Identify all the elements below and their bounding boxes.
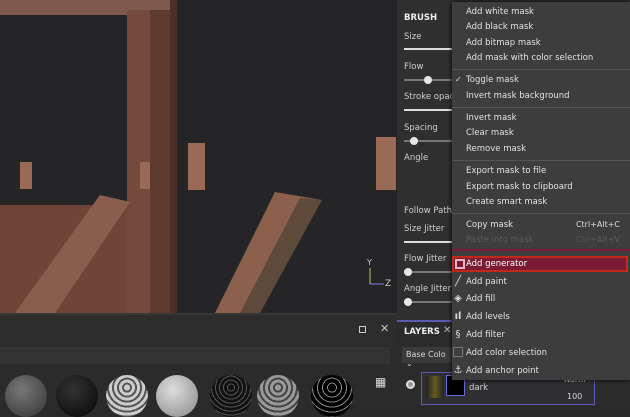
menu-add-levels[interactable]: Add levels <box>466 312 510 322</box>
material-thumbnail[interactable] <box>311 375 353 417</box>
generator-icon <box>455 259 465 269</box>
opacity-dropdown[interactable]: 100 <box>567 392 582 401</box>
menu-add-fill[interactable]: Add fill <box>466 294 495 304</box>
material-thumbnail[interactable] <box>210 375 252 417</box>
menu-separator <box>452 69 630 70</box>
layer-name: dark <box>469 383 489 393</box>
menu-add-white-mask[interactable]: Add white mask <box>466 7 534 17</box>
size-label: Size <box>404 32 422 42</box>
menu-invert-mask[interactable]: Invert mask <box>466 113 517 123</box>
flow-jitter-label: Flow Jitter <box>404 254 447 264</box>
menu-separator <box>452 213 630 214</box>
menu-separator <box>452 107 630 108</box>
shelf-panel: ✕ ▦ <box>0 313 397 417</box>
close-icon[interactable]: ✕ <box>380 322 389 335</box>
anchor-icon: ⚓ <box>453 365 463 376</box>
menu-create-smart-mask[interactable]: Create smart mask <box>466 197 547 207</box>
material-thumbnail[interactable] <box>106 375 148 417</box>
menu-add-generator[interactable]: Add generator <box>452 256 628 272</box>
menu-clear-mask[interactable]: Clear mask <box>466 128 514 138</box>
spacing-slider[interactable] <box>404 137 452 145</box>
mask-context-menu: Add white mask Add black mask Add bitmap… <box>452 2 630 380</box>
fill-bucket-icon: ◈ <box>454 293 462 304</box>
menu-add-mask-color-selection[interactable]: Add mask with color selection <box>466 53 593 63</box>
size-jitter-label: Size Jitter <box>404 224 445 234</box>
close-icon[interactable]: ✕ <box>443 325 451 336</box>
material-thumbnail[interactable] <box>257 375 299 417</box>
menu-copy-mask[interactable]: Copy mask <box>466 220 513 230</box>
stroke-opacity-slider[interactable] <box>404 109 452 111</box>
menu-add-bitmap-mask[interactable]: Add bitmap mask <box>466 38 541 48</box>
angle-jitter-slider[interactable] <box>404 298 452 306</box>
grid-view-icon[interactable]: ▦ <box>375 375 386 389</box>
visibility-icon[interactable] <box>406 380 415 389</box>
material-thumbnail[interactable] <box>56 375 98 417</box>
layer-thumbnail <box>426 376 444 398</box>
paste-mask-shortcut: Ctrl+Alt+V <box>576 235 620 244</box>
angle-jitter-label: Angle Jitter <box>404 284 452 294</box>
size-jitter-slider[interactable] <box>404 241 452 243</box>
copy-mask-shortcut: Ctrl+Alt+C <box>575 220 620 229</box>
flow-jitter-slider[interactable] <box>404 268 452 276</box>
menu-add-anchor-point[interactable]: Add anchor point <box>466 366 539 376</box>
menu-add-black-mask[interactable]: Add black mask <box>466 22 533 32</box>
material-thumbnail[interactable] <box>5 375 47 417</box>
menu-toggle-mask[interactable]: Toggle mask <box>466 75 519 85</box>
menu-remove-mask[interactable]: Remove mask <box>466 144 526 154</box>
layers-title[interactable]: LAYERS <box>404 327 440 337</box>
flow-slider[interactable] <box>404 76 452 84</box>
color-selection-icon <box>453 347 463 357</box>
brush-title: BRUSH <box>404 13 438 23</box>
menu-invert-mask-background[interactable]: Invert mask background <box>466 91 570 101</box>
shelf-search-input[interactable] <box>0 347 390 364</box>
menu-export-mask-clipboard[interactable]: Export mask to clipboard <box>466 182 573 192</box>
channel-value: Base Colo <box>406 350 446 359</box>
menu-separator <box>452 249 630 251</box>
menu-add-paint[interactable]: Add paint <box>466 277 507 287</box>
menu-add-color-selection[interactable]: Add color selection <box>466 348 547 358</box>
menu-paste-into-mask: Paste into mask <box>466 235 534 245</box>
axis-y-label: Y <box>367 258 372 267</box>
menu-export-mask-file[interactable]: Export mask to file <box>466 166 546 176</box>
check-icon: ✓ <box>455 75 462 84</box>
menu-add-filter[interactable]: Add filter <box>466 330 505 340</box>
menu-separator <box>452 160 630 161</box>
axis-z-label: Z <box>385 279 392 289</box>
angle-label: Angle <box>404 153 429 163</box>
channel-dropdown[interactable]: Base Colo ⌄ <box>402 347 454 368</box>
menu-label: Add generator <box>466 259 528 269</box>
material-thumbnail[interactable] <box>156 375 198 417</box>
brush-icon: ╱ <box>454 276 462 287</box>
follow-path-label: Follow Path <box>404 206 453 216</box>
size-slider[interactable] <box>404 48 452 50</box>
undock-icon[interactable] <box>359 326 366 333</box>
spacing-label: Spacing <box>404 123 438 133</box>
flow-label: Flow <box>404 62 424 72</box>
filter-icon: § <box>455 329 461 340</box>
scene-render <box>0 0 396 313</box>
levels-icon: ıl <box>454 311 462 322</box>
3d-viewport[interactable]: Y Z <box>0 0 397 313</box>
shelf-header: ✕ <box>0 315 397 345</box>
